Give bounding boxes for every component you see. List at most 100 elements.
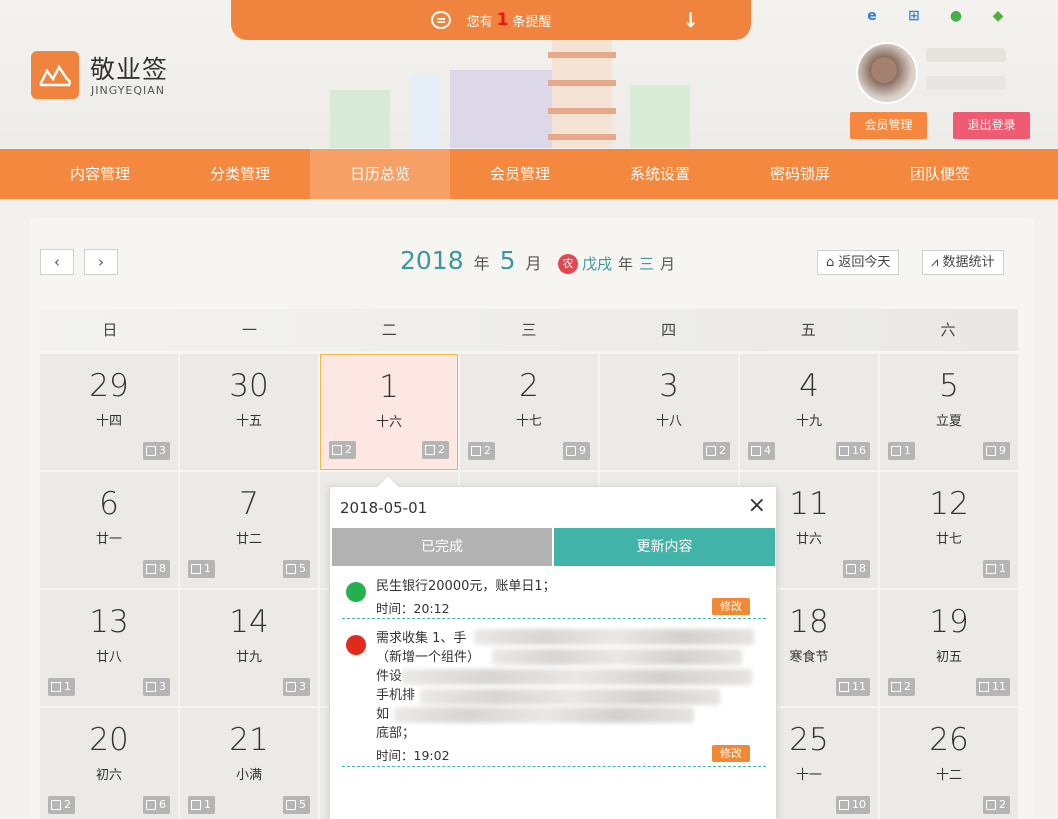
prev-month-button[interactable]: ‹ — [40, 249, 74, 275]
list-item[interactable]: 民生银行20000元，账单日1； 时间：20:12 修改 — [342, 577, 766, 619]
calendar-day[interactable]: 3 十八 2 — [600, 354, 738, 470]
day-number: 4 — [799, 368, 819, 404]
nav-item-lockscreen[interactable]: 密码锁屏 — [730, 149, 870, 199]
calendar-day[interactable]: 12 廿七 1 — [880, 472, 1018, 588]
statistics-label: 数据统计 — [942, 255, 995, 270]
calendar-day[interactable]: 7 廿二 1 5 — [180, 472, 318, 588]
completed-count: 4 — [764, 444, 771, 457]
member-management-button[interactable]: 会员管理 — [850, 112, 927, 139]
completed-count: 1 — [904, 444, 911, 457]
brand-logo[interactable] — [31, 51, 79, 99]
completed-count-badge[interactable]: 2 — [468, 442, 495, 460]
completed-count-badge[interactable]: 2 — [888, 678, 915, 696]
lunar-day: 廿九 — [235, 650, 262, 665]
lunar-month-unit: 月 — [660, 255, 676, 273]
note-count-badge[interactable]: 1 — [983, 560, 1010, 578]
note-count-badge[interactable]: 5 — [283, 560, 310, 578]
day-number: 13 — [89, 604, 129, 640]
note-count-badge[interactable]: 3 — [283, 678, 310, 696]
month-title: 2018 年 5 月 — [400, 246, 542, 275]
note-count: 9 — [579, 444, 586, 457]
nav-item-content[interactable]: 内容管理 — [30, 149, 170, 199]
calendar-day[interactable]: 13 廿八 1 3 — [40, 590, 178, 706]
completed-count-badge[interactable]: 4 — [748, 442, 775, 460]
calendar-day[interactable]: 19 初五 2 11 — [880, 590, 1018, 706]
calendar-day[interactable]: 2 十七 2 9 — [460, 354, 598, 470]
lunar-badge: 农 — [558, 253, 578, 274]
note-count: 2 — [719, 444, 726, 457]
nav-item-member[interactable]: 会员管理 — [450, 149, 590, 199]
note-count-badge[interactable]: 8 — [143, 560, 170, 578]
calendar-day[interactable]: 14 廿九 3 — [180, 590, 318, 706]
status-dot-red — [346, 635, 366, 655]
completed-count-badge[interactable]: 1 — [48, 678, 75, 696]
note-count-badge[interactable]: 9 — [563, 442, 590, 460]
android-icon[interactable]: ◆ — [988, 6, 1008, 26]
completed-count-badge[interactable]: 1 — [888, 442, 915, 460]
calendar-day[interactable]: 1 十六 2 2 — [320, 354, 458, 470]
close-icon[interactable]: × — [748, 493, 766, 518]
edit-note-icon — [286, 564, 296, 574]
ie-browser-icon[interactable]: e — [862, 6, 882, 26]
edit-note-icon — [286, 682, 296, 692]
calendar-day[interactable]: 30 十五 — [180, 354, 318, 470]
windows-icon[interactable]: ⊞ — [904, 6, 924, 26]
lunar-day: 十八 — [655, 414, 682, 429]
lunar-year: 戊戌 — [582, 255, 613, 273]
note-count-badge[interactable]: 2 — [422, 441, 449, 459]
logout-button[interactable]: 退出登录 — [953, 112, 1030, 139]
reminder-bar[interactable]: 您有 1 条提醒 ↓ — [231, 0, 751, 40]
calendar-day[interactable]: 20 初六 2 6 — [40, 708, 178, 819]
arrow-down-icon[interactable]: ↓ — [682, 8, 699, 32]
nav-item-calendar[interactable]: 日历总览 — [310, 149, 450, 199]
edit-button[interactable]: 修改 — [712, 745, 750, 762]
list-item[interactable]: 需求收集 1、手 （新增一个组件） 件设 手机排 如 底部； 时间：19:02 … — [342, 629, 766, 767]
nav-item-settings[interactable]: 系统设置 — [590, 149, 730, 199]
note-count-badge[interactable]: 2 — [703, 442, 730, 460]
completed-count-badge[interactable]: 2 — [48, 796, 75, 814]
check-box-icon — [332, 445, 342, 455]
completed-count-badge[interactable]: 1 — [188, 560, 215, 578]
note-count-badge[interactable]: 9 — [983, 442, 1010, 460]
note-count: 9 — [999, 444, 1006, 457]
statistics-button[interactable]: ⩘ 数据统计 — [922, 250, 1004, 275]
item-text: 民生银行20000元，账单日1； — [376, 579, 556, 594]
edit-button[interactable]: 修改 — [712, 598, 750, 615]
tab-update-content[interactable]: 更新内容 — [554, 528, 775, 566]
note-count: 3 — [159, 444, 166, 457]
note-count-badge[interactable]: 16 — [836, 442, 870, 460]
edit-note-icon — [146, 564, 156, 574]
calendar-day[interactable]: 6 廿一 8 — [40, 472, 178, 588]
completed-count-badge[interactable]: 1 — [188, 796, 215, 814]
avatar[interactable] — [856, 42, 918, 104]
calendar-day[interactable]: 5 立夏 1 9 — [880, 354, 1018, 470]
completed-count-badge[interactable]: 2 — [329, 441, 356, 459]
lunar-day: 十六 — [375, 415, 402, 430]
note-count-badge[interactable]: 3 — [143, 678, 170, 696]
note-count-badge[interactable]: 11 — [976, 678, 1010, 696]
note-count: 1 — [999, 562, 1006, 575]
note-count-badge[interactable]: 5 — [283, 796, 310, 814]
weekday-wed: 三 — [521, 321, 537, 339]
tab-completed[interactable]: 已完成 — [332, 528, 552, 566]
calendar-day[interactable]: 29 十四 3 — [40, 354, 178, 470]
next-month-button[interactable]: › — [84, 249, 118, 275]
check-box-icon — [51, 682, 61, 692]
calendar-day[interactable]: 26 十二 2 — [880, 708, 1018, 819]
note-count-badge[interactable]: 3 — [143, 442, 170, 460]
back-today-button[interactable]: ⌂ 返回今天 — [817, 250, 900, 275]
calendar-day[interactable]: 4 十九 4 16 — [740, 354, 878, 470]
apple-icon[interactable]: ● — [946, 6, 966, 26]
edit-note-icon — [146, 800, 156, 810]
note-count-badge[interactable]: 11 — [836, 678, 870, 696]
nav-item-team[interactable]: 团队便签 — [870, 149, 1010, 199]
brand-name: 敬业签 — [90, 55, 169, 84]
note-count-badge[interactable]: 6 — [143, 796, 170, 814]
note-count-badge[interactable]: 8 — [843, 560, 870, 578]
status-dot-green — [346, 582, 366, 602]
calendar-day[interactable]: 21 小满 1 5 — [180, 708, 318, 819]
note-count-badge[interactable]: 2 — [983, 796, 1010, 814]
lunar-day: 廿八 — [95, 650, 122, 665]
nav-item-category[interactable]: 分类管理 — [170, 149, 310, 199]
note-count-badge[interactable]: 10 — [836, 796, 870, 814]
